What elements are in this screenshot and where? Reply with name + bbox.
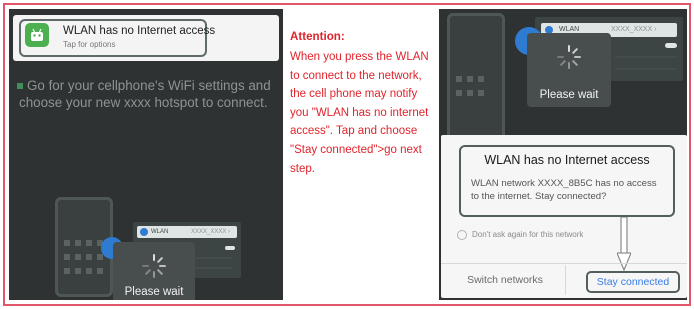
app-grid-icon bbox=[456, 76, 484, 96]
dialog-highlight: WLAN has no Internet access WLAN network… bbox=[459, 145, 675, 217]
notification-title: WLAN has no Internet access bbox=[63, 25, 216, 37]
please-wait-dialog: Please wait bbox=[527, 33, 611, 107]
dont-ask-checkbox[interactable] bbox=[457, 230, 467, 240]
please-wait-dialog: Please wait bbox=[113, 242, 195, 300]
right-screenshot: WLAN XXXX_XXXX › Please wait WLAN has no… bbox=[439, 9, 687, 300]
dialog-body: WLAN network XXXX_8B5C has no access to … bbox=[471, 178, 657, 202]
instruction-text: Go for your cellphone's WiFi settings an… bbox=[19, 78, 271, 110]
notification-card[interactable]: WLAN has no Internet access Tap for opti… bbox=[13, 15, 279, 61]
attention-body: When you press the WLAN to connect to th… bbox=[290, 51, 429, 175]
notification-subtitle: Tap for options bbox=[63, 40, 116, 49]
divider bbox=[441, 263, 687, 264]
spinner-icon bbox=[142, 254, 166, 278]
frame: WLAN has no Internet access Tap for opti… bbox=[3, 3, 691, 306]
left-screenshot: WLAN has no Internet access Tap for opti… bbox=[9, 9, 283, 300]
spinner-icon bbox=[557, 45, 581, 69]
no-internet-dialog: WLAN has no Internet access WLAN network… bbox=[441, 135, 687, 298]
android-icon bbox=[25, 23, 49, 47]
switch-networks-button[interactable]: Switch networks bbox=[449, 265, 561, 295]
stay-connected-button[interactable]: Stay connected bbox=[586, 271, 680, 293]
please-wait-text: Please wait bbox=[539, 89, 599, 101]
dialog-title: WLAN has no Internet access bbox=[484, 153, 650, 167]
attention-title: Attention: bbox=[290, 30, 345, 43]
phone-illustration bbox=[447, 13, 505, 143]
dont-ask-label: Don't ask again for this network bbox=[472, 230, 584, 239]
please-wait-text: Please wait bbox=[124, 286, 184, 298]
app-grid-icon bbox=[64, 240, 103, 274]
divider bbox=[565, 265, 566, 295]
